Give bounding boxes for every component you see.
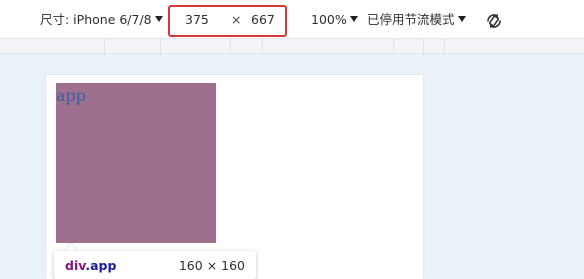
zoom-select[interactable]: 100% [311, 12, 358, 28]
ruler-tick [104, 39, 105, 55]
device-label: 尺寸: iPhone 6/7/8 [40, 12, 152, 27]
chevron-down-icon [457, 16, 466, 22]
rotate-icon[interactable] [484, 11, 504, 31]
ruler-tick [393, 39, 394, 55]
app-element-text: app [56, 86, 87, 105]
chevron-down-icon [154, 16, 163, 22]
ruler-tick [423, 39, 424, 55]
tooltip-class: .app [85, 258, 117, 273]
app-element[interactable] [56, 83, 216, 243]
height-input[interactable] [251, 12, 281, 27]
inspect-tooltip: div.app 160 × 160 [54, 251, 256, 279]
ruler-tick [160, 39, 161, 55]
tooltip-tag: div [65, 258, 86, 273]
throttle-select[interactable]: 已停用节流模式 [367, 12, 466, 28]
tooltip-size: 160 × 160 [178, 258, 245, 273]
times-separator: × [231, 12, 242, 27]
throttle-label: 已停用节流模式 [367, 12, 455, 27]
device-toolbar: 尺寸: iPhone 6/7/8 × 100% 已停用节流模式 [0, 0, 584, 38]
zoom-label: 100% [311, 12, 347, 27]
media-query-ruler[interactable] [0, 38, 584, 55]
chevron-down-icon [349, 16, 358, 22]
tooltip-selector: div.app [65, 258, 116, 273]
ruler-tick [444, 39, 445, 55]
width-input[interactable] [185, 12, 215, 27]
ruler-tick [230, 39, 231, 55]
device-select[interactable]: 尺寸: iPhone 6/7/8 [40, 12, 163, 28]
ruler-tick [262, 39, 263, 55]
